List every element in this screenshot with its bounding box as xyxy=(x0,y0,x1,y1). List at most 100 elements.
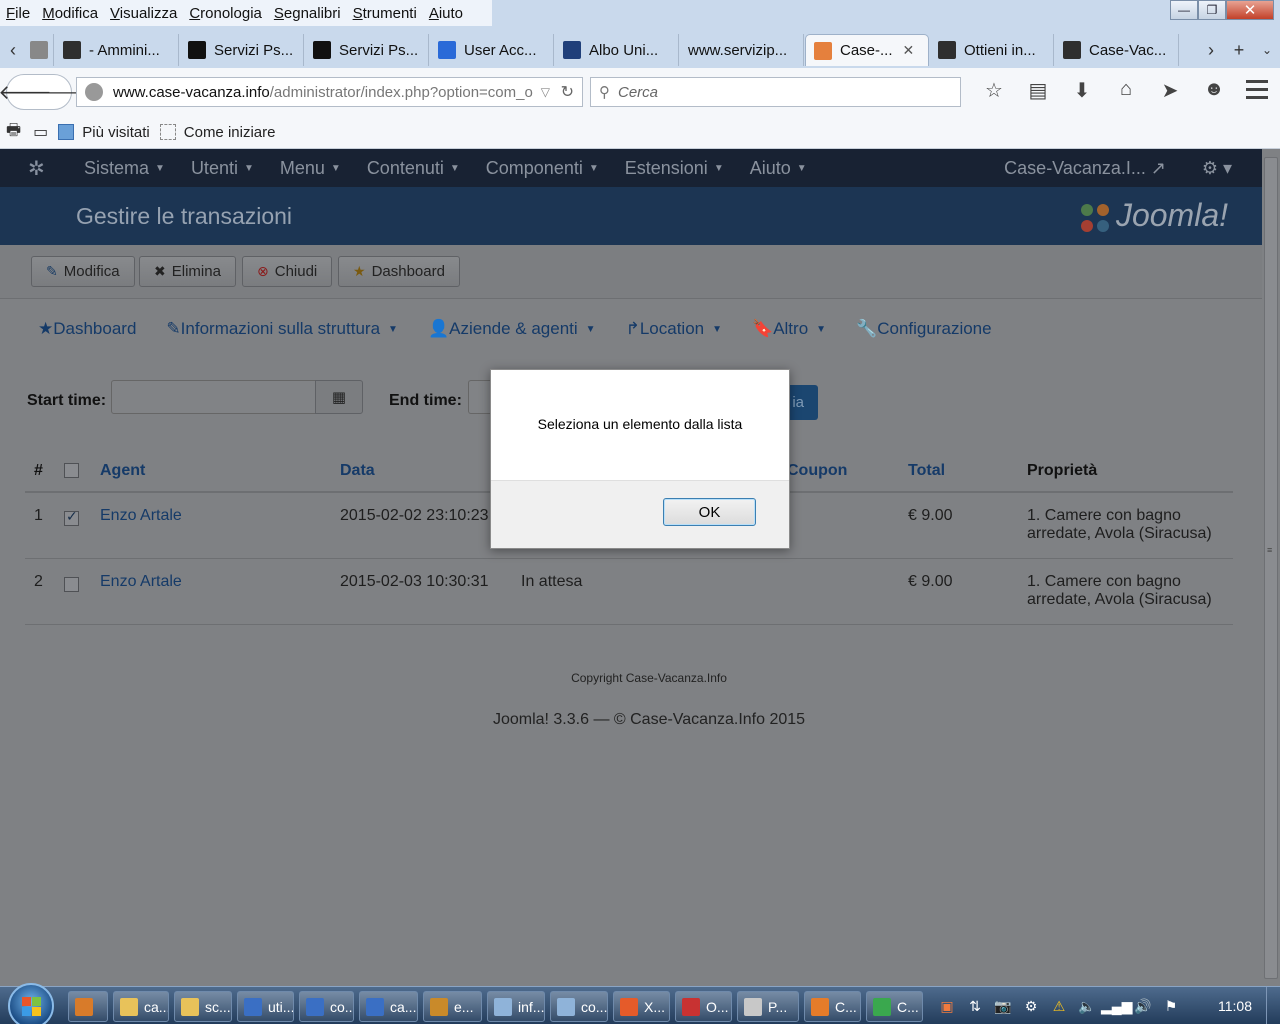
page-scrollbar[interactable]: ≡ xyxy=(1262,149,1280,986)
taskbar-app-12[interactable]: C... xyxy=(804,991,861,1022)
admin-menu-aiuto[interactable]: Aiuto ▼ xyxy=(750,158,807,179)
bookmark-most-visited[interactable]: Più visitati xyxy=(58,124,150,141)
submenu-dashboard[interactable]: ★ Dashboard xyxy=(38,319,136,339)
row-checkbox[interactable] xyxy=(64,576,79,592)
menu-segnalibri[interactable]: Segnalibri xyxy=(268,5,347,22)
close-button[interactable]: ⊗ Chiudi xyxy=(242,256,333,287)
send-icon[interactable]: ➤ xyxy=(1148,78,1192,103)
tab-6[interactable]: www.servizip... xyxy=(680,34,804,66)
reload-icon[interactable]: ↻ xyxy=(561,82,574,102)
tab-list-icon[interactable]: ⌄ xyxy=(1256,34,1278,66)
edit-button[interactable]: ✎ Modifica xyxy=(31,256,135,287)
row-checkbox[interactable] xyxy=(64,508,79,526)
agent-link[interactable]: Enzo Artale xyxy=(100,558,340,625)
select-all-checkbox[interactable] xyxy=(64,462,79,478)
bookmark-getting-started[interactable]: Come iniziare xyxy=(159,124,275,141)
restore-button[interactable]: ❐ xyxy=(1198,0,1226,20)
download-icon[interactable]: ⬇ xyxy=(1060,78,1104,103)
submenu-informazioni-sulla-struttura[interactable]: ✎ Informazioni sulla struttura ▼ xyxy=(166,319,398,339)
settings-tray-icon[interactable]: ⚙ xyxy=(1017,998,1045,1015)
url-bar[interactable]: www.case-vacanza.info/administrator/inde… xyxy=(76,77,583,107)
submenu-aziende-agenti[interactable]: 👤 Aziende & agenti ▼ xyxy=(428,319,596,339)
submenu-location[interactable]: ↱ Location ▼ xyxy=(626,319,722,339)
reading-list-icon[interactable]: ▤ xyxy=(1016,78,1060,103)
menu-aiuto[interactable]: Aiuto xyxy=(423,5,469,22)
taskbar-app-11[interactable]: P... xyxy=(737,991,799,1022)
xampp-tray-icon[interactable]: ▣ xyxy=(933,998,961,1015)
taskbar-app-9[interactable]: X... xyxy=(613,991,670,1022)
show-desktop-button[interactable] xyxy=(1266,987,1280,1024)
bookmark-star-icon[interactable]: ☆ xyxy=(972,78,1016,103)
menu-modifica[interactable]: Modifica xyxy=(36,5,104,22)
tab-scroll-left-icon[interactable]: ‹ xyxy=(2,34,24,66)
scrollbar-thumb[interactable] xyxy=(1264,157,1278,979)
taskbar-app-8[interactable]: co... xyxy=(550,991,608,1022)
admin-menu-utenti[interactable]: Utenti ▼ xyxy=(191,158,254,179)
volume-alt-tray-icon[interactable]: 🔈 xyxy=(1073,998,1101,1015)
window-icon[interactable]: ▭ xyxy=(33,122,48,142)
admin-menu-estensioni[interactable]: Estensioni ▼ xyxy=(625,158,724,179)
taskbar-app-13[interactable]: C... xyxy=(866,991,923,1022)
network-tray-icon[interactable]: ⇅ xyxy=(961,998,989,1015)
taskbar-app-3[interactable]: uti... xyxy=(237,991,294,1022)
menu-strumenti[interactable]: Strumenti xyxy=(347,5,423,22)
col-total[interactable]: Total xyxy=(908,450,1027,493)
submenu-altro[interactable]: 🔖 Altro ▼ xyxy=(752,319,826,339)
print-icon[interactable]: 🖶 xyxy=(6,119,21,146)
tab-3[interactable]: Servizi Ps... xyxy=(305,34,429,66)
taskbar-app-10[interactable]: O... xyxy=(675,991,732,1022)
calendar-icon[interactable]: ▦ xyxy=(315,380,363,414)
speaker-tray-icon[interactable]: 🔊 xyxy=(1129,998,1157,1015)
admin-menu-componenti[interactable]: Componenti ▼ xyxy=(486,158,599,179)
taskbar-clock[interactable]: 11:08 xyxy=(1218,998,1252,1014)
admin-menu-sistema[interactable]: Sistema ▼ xyxy=(84,158,165,179)
gear-icon[interactable]: ⚙ ▾ xyxy=(1202,158,1232,179)
joomla-logo-icon[interactable]: ✲ xyxy=(28,156,58,181)
admin-menu-contenuti[interactable]: Contenuti ▼ xyxy=(367,158,460,179)
warning-tray-icon[interactable]: ⚠ xyxy=(1045,998,1073,1015)
tab-7[interactable]: Case-... ✕ xyxy=(805,34,929,66)
signal-tray-icon[interactable]: ▂▄▆ xyxy=(1101,998,1132,1015)
chat-icon[interactable]: ☻ xyxy=(1192,78,1236,103)
home-icon[interactable]: ⌂ xyxy=(1104,78,1148,103)
admin-menu-menu[interactable]: Menu ▼ xyxy=(280,158,341,179)
site-link[interactable]: Case-Vacanza.I... ↗ xyxy=(1004,158,1166,179)
new-tab-icon[interactable]: + xyxy=(1228,34,1250,66)
flag-tray-icon[interactable]: ⚑ xyxy=(1157,998,1185,1015)
tab-0[interactable]: G... xyxy=(22,34,54,66)
start-time-input[interactable] xyxy=(111,380,317,414)
minimize-button[interactable]: — xyxy=(1170,0,1198,20)
url-dropdown-icon[interactable]: ▽ xyxy=(541,85,550,99)
tab-8[interactable]: Ottieni in... xyxy=(930,34,1054,66)
hamburger-menu-icon[interactable] xyxy=(1246,80,1268,104)
search-input[interactable]: ⚲ Cerca xyxy=(590,77,961,107)
agent-link[interactable]: Enzo Artale xyxy=(100,492,340,559)
taskbar-app-4[interactable]: co... xyxy=(299,991,354,1022)
tab-2[interactable]: Servizi Ps... xyxy=(180,34,304,66)
taskbar-app-6[interactable]: e... xyxy=(423,991,482,1022)
start-button[interactable] xyxy=(8,983,54,1024)
col-agent[interactable]: Agent xyxy=(100,450,340,493)
tab-close-icon[interactable]: ✕ xyxy=(903,42,915,59)
tab-1[interactable]: - Ammini... xyxy=(55,34,179,66)
taskbar-app-5[interactable]: ca... xyxy=(359,991,418,1022)
dashboard-button[interactable]: ★ Dashboard xyxy=(338,256,460,287)
tab-4[interactable]: User Acc... xyxy=(430,34,554,66)
menu-visualizza[interactable]: Visualizza xyxy=(104,5,183,22)
menu-file[interactable]: File xyxy=(0,5,36,22)
taskbar-app-7[interactable]: inf... xyxy=(487,991,545,1022)
submenu-configurazione[interactable]: 🔧 Configurazione xyxy=(856,319,992,339)
tab-9[interactable]: Case-Vac... xyxy=(1055,34,1179,66)
taskbar-app-1[interactable]: ca... xyxy=(113,991,169,1022)
tab-scroll-right-icon[interactable]: › xyxy=(1200,34,1222,66)
taskbar-app-2[interactable]: sc... xyxy=(174,991,232,1022)
menu-cronologia[interactable]: Cronologia xyxy=(183,5,268,22)
tab-5[interactable]: Albo Uni... xyxy=(555,34,679,66)
col-coupon[interactable]: Coupon xyxy=(787,450,908,493)
close-window-button[interactable]: ✕ xyxy=(1226,0,1274,20)
ok-button[interactable]: OK xyxy=(663,498,756,526)
back-arrow-icon[interactable]: 🡐 xyxy=(0,74,52,110)
camera-tray-icon[interactable]: 📷 xyxy=(989,998,1017,1015)
delete-button[interactable]: ✖ Elimina xyxy=(139,256,236,287)
taskbar-app-0[interactable] xyxy=(68,991,108,1022)
